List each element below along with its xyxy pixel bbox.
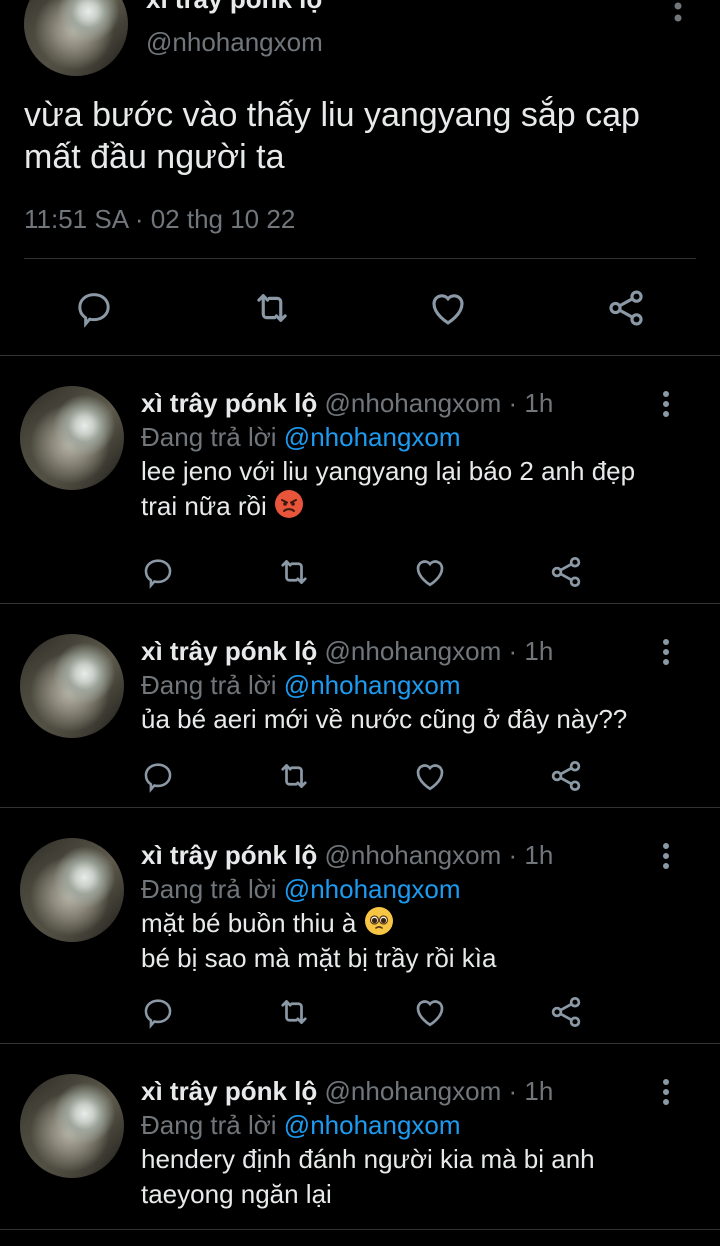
replying-to: Đang trả lời @nhohangxom <box>141 1108 461 1142</box>
avatar[interactable] <box>20 1074 124 1178</box>
author-handle[interactable]: @nhohangxom <box>325 388 502 418</box>
reply-line: hendery định đánh người kia mà bị anh <box>141 1144 595 1174</box>
reply-line: ủa bé aeri mới về nước cũng ở đây này?? <box>141 704 628 734</box>
mention-link[interactable]: @nhohangxom <box>284 670 461 700</box>
reply-line: trai nữa rồi <box>141 491 267 521</box>
separator-dot: · <box>508 1076 518 1106</box>
divider <box>24 258 696 259</box>
reply-icon[interactable] <box>68 282 120 334</box>
retweet-icon[interactable] <box>274 992 314 1032</box>
like-icon[interactable] <box>410 756 450 796</box>
author-name[interactable]: xì trây pónk lộ <box>141 636 317 666</box>
pleading-face-icon <box>364 906 394 936</box>
reply-icon[interactable] <box>138 756 178 796</box>
retweet-icon[interactable] <box>274 552 314 592</box>
more-icon[interactable] <box>658 842 674 872</box>
reply-tweet[interactable]: xì trây pónk lộ @nhohangxom · 1h Đang tr… <box>0 356 720 604</box>
reply-text: mặt bé buồn thiu à bé bị sao mà mặt bị t… <box>141 906 701 976</box>
retweet-icon[interactable] <box>274 756 314 796</box>
tweet-text: vừa bước vào thấy liu yangyang sắp cạp m… <box>24 96 640 176</box>
author-handle[interactable]: @nhohangxom <box>325 636 502 666</box>
reply-icon[interactable] <box>138 552 178 592</box>
tweet-timestamp[interactable]: 11:51 SA · 02 thg 10 22 <box>24 204 295 235</box>
share-icon[interactable] <box>546 992 586 1032</box>
replying-to: Đang trả lời @nhohangxom <box>141 872 461 906</box>
reply-time[interactable]: 1h <box>524 840 553 870</box>
separator-dot: · <box>508 636 518 666</box>
replying-prefix: Đang trả lời <box>141 422 277 452</box>
reply-line: lee jeno với liu yangyang lại báo 2 anh … <box>141 456 636 486</box>
reply-text: lee jeno với liu yangyang lại báo 2 anh … <box>141 454 701 524</box>
reply-line-with-emoji: mặt bé buồn thiu à <box>141 906 701 941</box>
reply-icon[interactable] <box>138 992 178 1032</box>
author-name[interactable]: xì trây pónk lộ <box>141 840 317 870</box>
reply-line: taeyong ngăn lại <box>141 1179 332 1209</box>
reply-actions <box>0 756 720 796</box>
reply-line: bé bị sao mà mặt bị trầy rồi kìa <box>141 943 497 973</box>
share-icon[interactable] <box>600 282 652 334</box>
mention-link[interactable]: @nhohangxom <box>284 874 461 904</box>
like-icon[interactable] <box>410 992 450 1032</box>
reply-header: xì trây pónk lộ @nhohangxom · 1h <box>141 838 553 872</box>
reply-time[interactable]: 1h <box>524 1076 553 1106</box>
reply-actions <box>0 992 720 1032</box>
main-tweet: xì trây pónk lộ @nhohangxom vừa bước vào… <box>0 0 720 356</box>
reply-actions <box>0 552 720 592</box>
like-icon[interactable] <box>410 552 450 592</box>
author-handle[interactable]: @nhohangxom <box>325 840 502 870</box>
reply-header: xì trây pónk lộ @nhohangxom · 1h <box>141 1074 553 1108</box>
author-name[interactable]: xì trây pónk lộ <box>146 0 322 15</box>
reply-tweet[interactable]: xì trây pónk lộ @nhohangxom · 1h Đang tr… <box>0 808 720 1044</box>
avatar[interactable] <box>20 838 124 942</box>
separator-dot: · <box>508 840 518 870</box>
author-name[interactable]: xì trây pónk lộ <box>141 1076 317 1106</box>
reply-time[interactable]: 1h <box>524 388 553 418</box>
more-icon[interactable] <box>670 0 686 28</box>
reply-header: xì trây pónk lộ @nhohangxom · 1h <box>141 634 553 668</box>
avatar[interactable] <box>20 634 124 738</box>
mention-link[interactable]: @nhohangxom <box>284 422 461 452</box>
share-icon[interactable] <box>546 552 586 592</box>
reply-line-with-emoji: trai nữa rồi <box>141 489 701 524</box>
author-handle[interactable]: @nhohangxom <box>325 1076 502 1106</box>
replying-to: Đang trả lời @nhohangxom <box>141 668 461 702</box>
author-name[interactable]: xì trây pónk lộ <box>141 388 317 418</box>
reply-time[interactable]: 1h <box>524 636 553 666</box>
replying-prefix: Đang trả lời <box>141 670 277 700</box>
replying-to: Đang trả lời @nhohangxom <box>141 420 461 454</box>
angry-face-icon <box>274 489 304 519</box>
separator-dot: · <box>508 388 518 418</box>
more-icon[interactable] <box>658 1078 674 1108</box>
mention-link[interactable]: @nhohangxom <box>284 1110 461 1140</box>
reply-line: mặt bé buồn thiu à <box>141 908 357 938</box>
like-icon[interactable] <box>422 282 474 334</box>
reply-header: xì trây pónk lộ @nhohangxom · 1h <box>141 386 553 420</box>
replying-prefix: Đang trả lời <box>141 1110 277 1140</box>
more-icon[interactable] <box>658 390 674 420</box>
tweet-actions <box>0 282 720 334</box>
avatar[interactable] <box>20 386 124 490</box>
more-icon[interactable] <box>658 638 674 668</box>
reply-text: ủa bé aeri mới về nước cũng ở đây này?? <box>141 702 701 737</box>
reply-text: hendery định đánh người kia mà bị anh ta… <box>141 1142 701 1212</box>
replying-prefix: Đang trả lời <box>141 874 277 904</box>
retweet-icon[interactable] <box>246 282 298 334</box>
author-handle[interactable]: @nhohangxom <box>146 27 323 58</box>
share-icon[interactable] <box>546 756 586 796</box>
avatar[interactable] <box>24 0 128 76</box>
reply-tweet[interactable]: xì trây pónk lộ @nhohangxom · 1h Đang tr… <box>0 604 720 808</box>
reply-tweet[interactable]: xì trây pónk lộ @nhohangxom · 1h Đang tr… <box>0 1044 720 1230</box>
